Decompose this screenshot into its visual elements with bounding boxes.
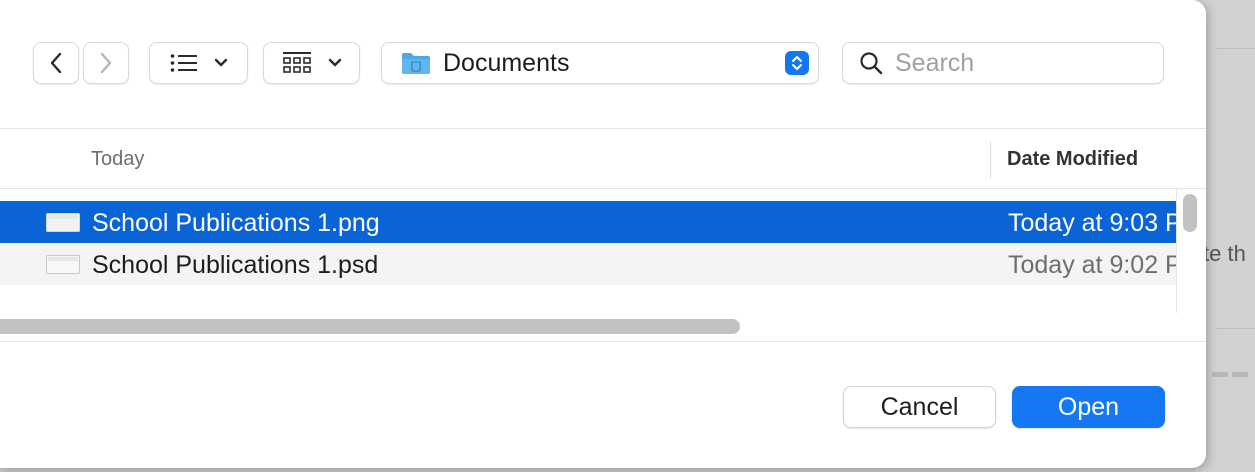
horizontal-scrollbar[interactable] (0, 319, 740, 334)
vertical-scrollbar[interactable] (1183, 194, 1197, 232)
image-file-icon (46, 213, 80, 232)
list-view-button[interactable] (149, 42, 248, 84)
column-separator[interactable] (990, 141, 991, 179)
file-list: Today Date Modified School Publications … (0, 128, 1206, 342)
background-divider (1215, 48, 1255, 49)
file-row[interactable]: School Publications 1.psd Today at 9:02 … (0, 243, 1176, 285)
column-header-date-modified[interactable]: Date Modified (1007, 148, 1138, 171)
search-input[interactable] (895, 48, 1135, 78)
search-icon (860, 52, 883, 75)
toolbar: Documents (0, 0, 1206, 128)
file-row[interactable]: School Publications 1.png Today at 9:03 … (0, 201, 1176, 243)
up-down-chevron-icon (792, 56, 802, 70)
chevron-down-icon (214, 58, 227, 67)
chevron-down-icon (328, 58, 341, 67)
location-label: Documents (443, 48, 570, 77)
cancel-button[interactable]: Cancel (843, 386, 996, 428)
image-file-icon (46, 255, 80, 274)
location-popup[interactable]: Documents (381, 42, 819, 84)
background-dash (1212, 372, 1228, 377)
grid-icon (282, 52, 311, 73)
column-header: Today Date Modified (0, 129, 1206, 189)
chevron-left-icon (50, 52, 62, 74)
chevron-right-icon (100, 52, 112, 74)
column-header-name[interactable]: Today (91, 148, 144, 171)
list-icon (170, 54, 197, 72)
open-button[interactable]: Open (1012, 386, 1165, 428)
file-date-modified: Today at 9:02 PM (1008, 251, 1176, 279)
open-file-dialog: Documents Today Date Modified (0, 0, 1206, 468)
background-dash (1232, 372, 1248, 377)
folder-icon (402, 53, 430, 74)
file-date-modified: Today at 9:03 PM (1008, 209, 1176, 237)
file-name: School Publications 1.png (92, 209, 380, 237)
file-name: School Publications 1.psd (92, 251, 379, 279)
location-stepper (785, 51, 809, 75)
group-view-button[interactable] (263, 42, 360, 84)
background-text: te th (1203, 241, 1246, 266)
scroll-track-divider (1176, 189, 1177, 313)
background-divider (1215, 328, 1255, 329)
forward-button[interactable] (83, 42, 129, 84)
back-button[interactable] (33, 42, 79, 84)
search-field[interactable] (842, 42, 1164, 84)
